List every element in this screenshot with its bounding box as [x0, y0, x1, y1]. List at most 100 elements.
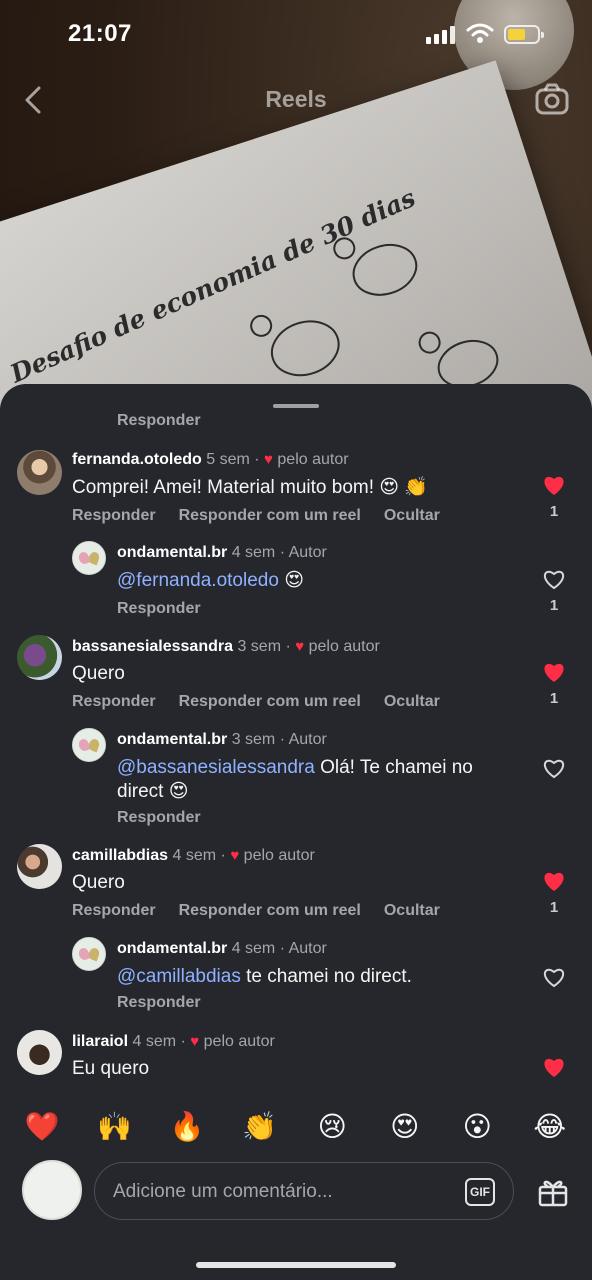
comment-meta: bassanesialessandra 3 sem · ♥ pelo autor [72, 638, 380, 655]
reply-button[interactable]: Responder [117, 809, 201, 827]
avatar[interactable] [17, 1030, 62, 1075]
like-count: 1 [549, 690, 559, 707]
reply-meta: ondamental.br 4 sem · Autor [117, 940, 327, 957]
reels-header: Reels [0, 78, 592, 122]
comment-input[interactable]: Adicione um comentário... GIF [94, 1162, 514, 1220]
hide-button[interactable]: Ocultar [384, 693, 440, 711]
comment-meta: lilaraiol 4 sem · ♥ pelo autor [72, 1033, 275, 1050]
reply-actions: Responder [117, 600, 201, 618]
status-time: 21:07 [68, 20, 132, 47]
comment-actions: Responder Responder com um reel Ocultar [72, 507, 440, 525]
camera-icon[interactable] [534, 82, 570, 116]
comment-meta: camillabdias 4 sem · ♥ pelo autor [72, 847, 315, 864]
comment-text: Eu quero [72, 1058, 150, 1079]
like-button[interactable]: 1 [539, 474, 569, 520]
reply-with-reel-button[interactable]: Responder com um reel [179, 693, 361, 711]
avatar[interactable] [17, 635, 62, 680]
heart-outline-icon [544, 968, 564, 988]
like-count: 1 [549, 597, 559, 614]
reply-username[interactable]: ondamental.br [117, 544, 227, 561]
heart-outline-icon [544, 759, 564, 779]
reaction-raised-hands[interactable]: 🙌 [95, 1110, 135, 1143]
comment-text: Quero [72, 872, 125, 893]
like-count: 1 [549, 503, 559, 520]
hide-button[interactable]: Ocultar [384, 507, 440, 525]
like-button[interactable]: 1 [539, 568, 569, 614]
avatar[interactable] [72, 937, 106, 971]
comment-age: 5 sem [206, 451, 250, 468]
reply-button[interactable]: Responder [117, 412, 201, 430]
comment-username[interactable]: lilaraiol [72, 1033, 128, 1050]
reaction-heart-eyes[interactable]: 😍 [385, 1110, 425, 1143]
status-bar: 21:07 [0, 0, 592, 70]
heart-filled-icon [544, 1058, 564, 1077]
battery-icon [504, 25, 544, 44]
reaction-surprised[interactable]: 😮 [457, 1110, 497, 1143]
reaction-cry[interactable]: 😢 [312, 1110, 352, 1143]
comments-list[interactable]: Responder fernanda.otoledo 5 sem · ♥ pel… [0, 384, 592, 1096]
comment-text: Quero [72, 663, 125, 684]
reply-meta: ondamental.br 4 sem · Autor [117, 544, 327, 561]
reply-with-reel-button[interactable]: Responder com um reel [179, 902, 361, 920]
reply-actions: Responder [117, 809, 201, 827]
comment-text: Comprei! Amei! Material muito bom! 😍 👏 [72, 477, 429, 498]
cellular-signal-icon [426, 26, 455, 44]
gif-icon[interactable]: GIF [465, 1178, 495, 1206]
liked-by-author-icon: ♥ [264, 451, 273, 468]
reply-text: @fernanda.otoledo 😍 [117, 570, 305, 591]
liked-by-author-icon: ♥ [190, 1033, 200, 1050]
heart-outline-icon [544, 570, 564, 590]
like-button[interactable] [539, 1056, 569, 1083]
comment-username[interactable]: fernanda.otoledo [72, 451, 202, 468]
avatar[interactable] [17, 450, 62, 495]
like-button[interactable]: 1 [539, 661, 569, 707]
like-button[interactable] [539, 966, 569, 993]
hide-button[interactable]: Ocultar [384, 902, 440, 920]
author-badge: Autor [288, 940, 327, 957]
reply-button[interactable]: Responder [72, 902, 156, 920]
reply-username[interactable]: ondamental.br [117, 940, 227, 957]
avatar[interactable] [72, 728, 106, 762]
comment-actions: Responder Responder com um reel Ocultar [72, 693, 440, 711]
liked-by-author-icon: ♥ [295, 638, 305, 655]
reply-text: @camillabdias te chamei no direct. [117, 966, 412, 987]
page-title: Reels [265, 86, 327, 112]
home-indicator [196, 1262, 396, 1268]
own-avatar [22, 1160, 82, 1220]
reply-button[interactable]: Responder [117, 994, 201, 1012]
like-button[interactable] [539, 757, 569, 784]
liked-by-author-icon: ♥ [230, 847, 240, 864]
like-button[interactable]: 1 [539, 870, 569, 916]
comment-username[interactable]: bassanesialessandra [72, 638, 233, 655]
reply-username[interactable]: ondamental.br [117, 731, 227, 748]
reply-actions: Responder [117, 994, 201, 1012]
mention-link[interactable]: @fernanda.otoledo [117, 570, 279, 591]
reply-button[interactable]: Responder [117, 600, 201, 618]
heart-filled-icon [544, 872, 564, 891]
avatar[interactable] [72, 541, 106, 575]
gift-icon[interactable] [536, 1174, 570, 1208]
reaction-heart[interactable]: ❤️ [22, 1110, 62, 1143]
wifi-icon [466, 23, 494, 43]
reply-button[interactable]: Responder [72, 507, 156, 525]
comment-actions: Responder Responder com um reel Ocultar [72, 902, 440, 920]
comment-username[interactable]: camillabdias [72, 847, 168, 864]
comment-meta: fernanda.otoledo 5 sem · ♥ pelo autor [72, 451, 349, 468]
reply-with-reel-button[interactable]: Responder com um reel [179, 507, 361, 525]
heart-filled-icon [544, 476, 564, 495]
reaction-fire[interactable]: 🔥 [167, 1110, 207, 1143]
author-badge: Autor [288, 731, 327, 748]
avatar[interactable] [17, 844, 62, 889]
heart-filled-icon [544, 663, 564, 682]
like-count: 1 [549, 899, 559, 916]
comment-composer: Adicione um comentário... GIF [0, 1160, 592, 1222]
reply-text: @bassanesialessandra Olá! Te chamei no d… [117, 757, 473, 802]
reply-meta: ondamental.br 3 sem · Autor [117, 731, 327, 748]
author-badge: Autor [288, 544, 327, 561]
reply-button[interactable]: Responder [72, 693, 156, 711]
reaction-laugh[interactable]: 😂 [530, 1110, 570, 1143]
comment-placeholder: Adicione um comentário... [113, 1181, 333, 1202]
mention-link[interactable]: @bassanesialessandra [117, 757, 315, 778]
mention-link[interactable]: @camillabdias [117, 966, 241, 987]
reaction-clap[interactable]: 👏 [240, 1110, 280, 1143]
